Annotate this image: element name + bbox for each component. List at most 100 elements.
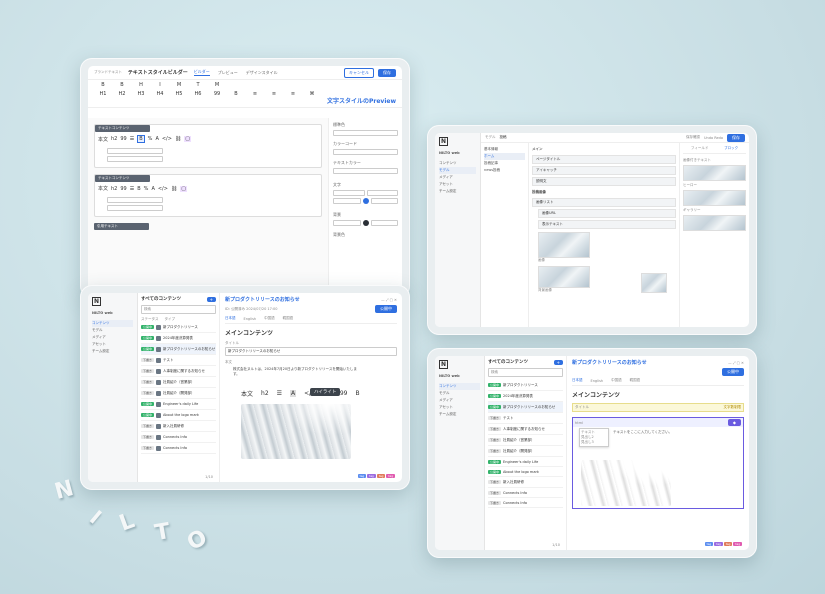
list-item[interactable]: 新プロダクトリリース <box>503 383 538 388</box>
toolbar-button[interactable]: B <box>94 82 112 88</box>
model-item[interactable]: ホーム <box>484 153 525 160</box>
list-item[interactable]: 新プロダクトリリース <box>163 325 198 330</box>
toolbar-button[interactable]: H6 <box>189 91 207 97</box>
save-button[interactable]: 保存 <box>727 133 745 142</box>
toolbar-button[interactable]: T <box>189 82 207 88</box>
text-color-input[interactable] <box>333 168 398 174</box>
bg-input[interactable] <box>333 220 361 226</box>
style-select[interactable]: 本文 <box>98 136 108 143</box>
type-filter[interactable]: タイプ <box>165 317 176 322</box>
tag[interactable]: tag <box>704 542 714 546</box>
model-item[interactable]: 基本情報 <box>484 146 525 153</box>
tab-ja[interactable]: 日本語 <box>225 316 236 321</box>
save-button[interactable]: 保存 <box>378 68 396 77</box>
html-editor[interactable]: html ◆ テキストをここに入力してください。 テキスト 見出し2 見出し3 <box>572 417 744 509</box>
tag[interactable]: tag <box>376 474 386 478</box>
tag[interactable]: tag <box>367 474 376 478</box>
field-row[interactable]: ページタイトル <box>532 155 676 164</box>
title-input[interactable]: 新プロダクトリリースのお知らせ <box>225 347 397 356</box>
content-image[interactable] <box>241 404 351 459</box>
list-button[interactable]: ☰ <box>130 186 134 192</box>
sidebar-item-model[interactable]: モデル <box>439 167 476 174</box>
heading-button[interactable]: h2 <box>261 390 269 397</box>
tab-ja[interactable]: 日本語 <box>572 378 583 383</box>
tab-zh[interactable]: 中国語 <box>611 378 622 383</box>
workspace-name[interactable]: NILTO web <box>439 373 480 379</box>
bold-button[interactable]: B <box>137 186 140 192</box>
font-select[interactable] <box>333 190 365 196</box>
bg-swatch[interactable] <box>362 220 369 226</box>
breadcrumb[interactable]: ブランドテキスト <box>94 70 122 75</box>
list-item[interactable]: Engineer's daily Life <box>503 460 538 464</box>
bg-code-input[interactable] <box>370 220 398 226</box>
editor-text[interactable]: テキストをここに入力してください。 <box>613 430 743 435</box>
list-item[interactable]: 2024年度決算発表 <box>503 394 533 399</box>
line-height-input[interactable] <box>370 198 398 204</box>
sidebar-item-media[interactable]: メディア <box>439 174 476 181</box>
pagination[interactable]: 1/10 <box>205 475 213 479</box>
style-row[interactable] <box>107 197 163 203</box>
sidebar-item-asset[interactable]: アセット <box>92 341 133 348</box>
sidebar-item-asset[interactable]: アセット <box>439 181 476 188</box>
sidebar-item-content[interactable]: コンテンツ <box>439 383 480 390</box>
quote-button[interactable]: 99 <box>120 186 126 192</box>
cancel-button[interactable]: キャンセル <box>344 67 374 78</box>
color-code-input[interactable] <box>333 149 398 155</box>
quote-button[interactable]: 99 <box>340 390 348 397</box>
embed-button[interactable]: ▢ <box>180 185 188 192</box>
color-swatch[interactable] <box>362 198 369 204</box>
status-button[interactable]: 公開中 <box>722 368 744 376</box>
dragging-image[interactable] <box>641 273 667 293</box>
list-button[interactable]: ☰ <box>130 136 134 142</box>
tab-ko[interactable]: 韓国語 <box>630 378 641 383</box>
highlight-button[interactable]: A <box>290 390 297 397</box>
text-block[interactable]: テキストコンテンツ 本文 h2 99 ☰ B % A </> ⛓ ▢ <box>94 174 322 217</box>
style-select[interactable]: 本文 <box>98 185 108 192</box>
breadcrumb[interactable]: モデル <box>485 135 496 140</box>
sidebar-item-asset[interactable]: アセット <box>439 404 480 411</box>
workspace-name[interactable]: NILTO web <box>439 150 476 156</box>
list-item[interactable]: 新入社員研修 <box>163 424 184 429</box>
list-item[interactable]: Connects Info <box>163 435 187 439</box>
sidebar-item-media[interactable]: メディア <box>92 334 133 341</box>
block-thumbnail[interactable] <box>683 165 746 181</box>
sidebar-item-team[interactable]: チーム設定 <box>439 411 480 418</box>
list-item[interactable]: About the logo mark <box>163 413 199 417</box>
check-link[interactable]: 保存確認 <box>686 135 700 140</box>
toolbar-button[interactable]: H1 <box>94 91 112 97</box>
highlight-button[interactable]: A <box>155 136 158 142</box>
tab-en[interactable]: English <box>244 317 257 321</box>
toolbar-button[interactable]: ≡ <box>284 91 302 97</box>
style-row[interactable] <box>107 205 163 211</box>
list-item[interactable]: 新入社員研修 <box>503 480 524 485</box>
toolbar-button[interactable]: H2 <box>113 91 131 97</box>
text-block[interactable]: テキストコンテンツ 本文 h2 99 ☰ B % A </> ⛓ ▢ <box>94 124 322 168</box>
style-row[interactable] <box>107 148 163 154</box>
window-controls[interactable]: — ⤢ ▢ ✕ <box>728 361 744 365</box>
tab-en[interactable]: English <box>591 379 604 383</box>
sidebar-item-team[interactable]: チーム設定 <box>92 348 133 355</box>
sidebar-item-media[interactable]: メディア <box>439 397 480 404</box>
block-thumbnail[interactable] <box>683 190 746 206</box>
list-item[interactable]: Engineer's daily Life <box>163 402 198 406</box>
color-select[interactable] <box>333 130 398 136</box>
heading-button[interactable]: h2 <box>111 186 117 192</box>
list-item[interactable]: Connects Info <box>503 501 527 505</box>
highlight-button[interactable]: A <box>151 186 154 192</box>
field-row[interactable]: 説明文 <box>532 177 676 186</box>
field-row[interactable]: アイキャッチ <box>532 166 676 175</box>
list-item[interactable]: 社員紹介（開発部） <box>503 449 535 454</box>
tab-zh[interactable]: 中国語 <box>264 316 275 321</box>
sidebar-item-model[interactable]: モデル <box>439 390 480 397</box>
size-input[interactable] <box>333 198 361 204</box>
status-button[interactable]: 公開中 <box>375 305 397 313</box>
status-filter[interactable]: ステータス <box>141 317 159 322</box>
quote-button[interactable]: 99 <box>120 136 126 142</box>
undo-redo[interactable]: Undo Redo <box>704 136 723 140</box>
menu-item[interactable]: 見出し3 <box>581 440 607 445</box>
toolbar-button[interactable]: ≡ <box>265 91 283 97</box>
list-item[interactable]: Connects Info <box>163 446 187 450</box>
tab-ko[interactable]: 韓国語 <box>283 316 294 321</box>
link-button[interactable]: ⛓ <box>171 186 177 192</box>
toolbar-button[interactable]: I <box>151 82 169 88</box>
